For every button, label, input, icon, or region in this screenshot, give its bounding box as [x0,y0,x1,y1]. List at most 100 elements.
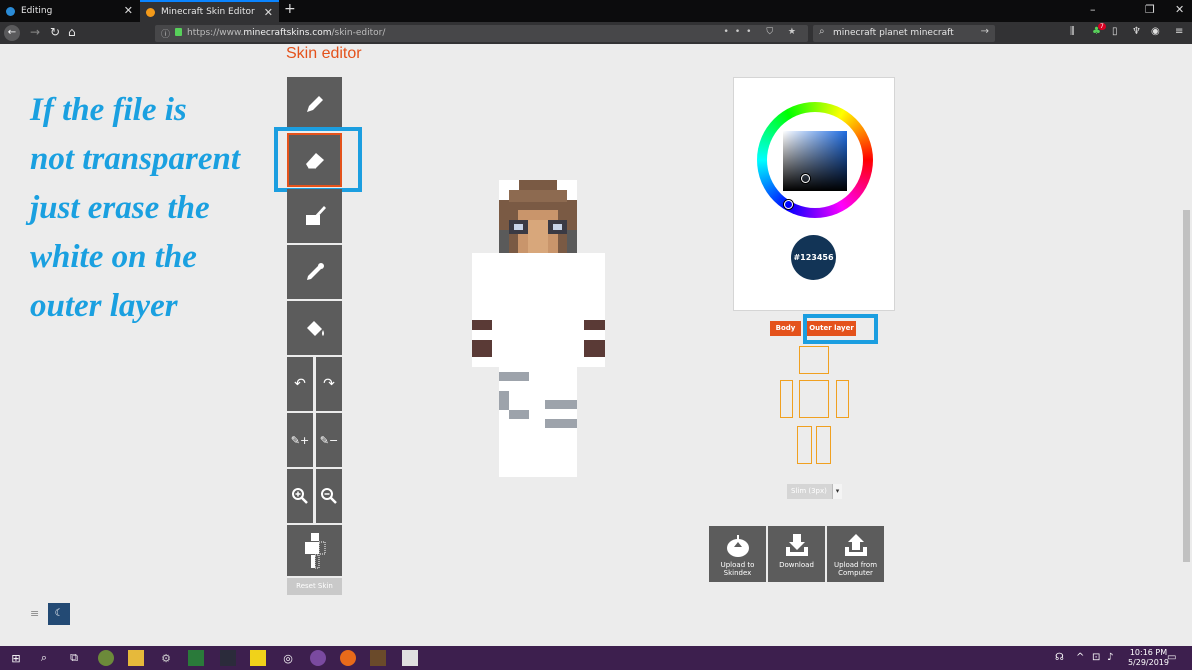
skin-pixel [584,320,605,330]
fill-tool-button[interactable] [287,301,342,355]
account-icon[interactable]: ◉ [1151,26,1160,37]
pencil-icon [306,96,323,112]
redo-icon: ↷ [323,376,335,392]
info-icon[interactable]: ⓘ [161,27,170,40]
moon-icon[interactable]: ☾ [48,603,70,625]
app-frog-icon[interactable] [98,650,114,666]
pencil-plus-icon: ✎+ [290,433,310,447]
skin-pixel [528,220,548,253]
page-content: Skin editor If the file is not transpare… [0,44,1192,646]
undo-button[interactable]: ↶ [287,357,313,411]
hue-cursor[interactable] [784,200,793,209]
outer-layer-highlight-box [803,314,878,344]
screen: Editing ✕ Minecraft Skin Editor ✕ + – ❐ … [0,0,1192,670]
reset-skin-button[interactable]: Reset Skin [287,578,342,595]
lighten-button[interactable]: ✎+ [287,413,313,467]
body-layer-icon [304,532,325,568]
app-equalizer-icon[interactable] [220,650,236,666]
taskbar-clock[interactable]: 10:16 PM 5/29/2019 [1128,648,1169,668]
part-left-leg[interactable] [797,426,812,464]
windows-taskbar: ⊞ ⌕ ⧉ ⚙ ◎ ☊ ^ ⊡ ♪ 10:16 PM 5/29/2019 ▭ [0,646,1192,670]
part-right-leg[interactable] [816,426,831,464]
url-text: https://www.minecraftskins.com/skin-edit… [187,28,386,38]
app-purple-icon[interactable] [310,650,326,666]
skin-pixel [567,230,577,253]
upload-skindex-label: Upload to Skindex [720,561,755,577]
annotation-line: just erase the [30,190,210,226]
model-select[interactable]: Slim (3px) ▾ [787,484,842,499]
app-settings-icon[interactable]: ⚙ [158,650,174,666]
annotation-line: white on the [30,239,197,275]
skin-pixel [499,391,509,410]
part-torso[interactable] [799,380,829,418]
pencil-tool-button[interactable] [287,77,342,131]
darken-button[interactable]: ✎− [316,413,342,467]
close-tab-icon[interactable]: ✕ [264,6,273,19]
browser-tab-strip: Editing ✕ Minecraft Skin Editor ✕ + – ❐ … [0,0,1192,22]
lock-icon [175,28,182,36]
minimize-button[interactable]: – [1090,3,1096,16]
minecraft-icon[interactable] [370,650,386,666]
volume-icon[interactable]: ♪ [1107,652,1113,663]
saturation-value-square[interactable] [783,131,847,191]
network-icon[interactable]: ⊡ [1092,652,1100,663]
skin-pixel [584,340,605,357]
sidebar-icon[interactable]: ▯ [1112,26,1118,37]
pumpkin-icon [146,7,155,17]
windows-start-icon[interactable]: ⊞ [8,650,24,666]
extension2-icon[interactable]: ♆ [1132,26,1141,37]
firefox-icon[interactable] [340,650,356,666]
window-close-button[interactable]: ✕ [1175,3,1184,16]
page-actions[interactable]: ••• ⛉ ★ [724,27,802,37]
part-head[interactable] [799,346,829,374]
notifications-icon[interactable]: ▭ [1167,652,1176,663]
part-left-arm[interactable] [780,380,793,418]
app-green-icon[interactable] [188,650,204,666]
photos-icon[interactable] [402,650,418,666]
maximize-button[interactable]: ❐ [1145,3,1155,16]
tab-title: Editing [21,6,53,16]
upload-computer-button[interactable]: Upload from Computer [827,526,884,582]
eyedropper-tool-button[interactable] [287,245,342,299]
hamburger-icon[interactable]: ≡ [30,607,39,620]
body-layer-button[interactable]: Body [770,321,801,336]
tray-chevron-icon[interactable]: ^ [1076,652,1084,663]
home-icon[interactable]: ⌂ [68,25,76,39]
part-right-arm[interactable] [836,380,849,418]
search-icon[interactable]: ⌕ [36,650,52,666]
file-explorer-icon[interactable] [128,650,144,666]
new-tab-button[interactable]: + [284,1,296,17]
search-bar[interactable]: ⌕ minecraft planet minecraft → [813,25,995,42]
app-circle-icon[interactable]: ◎ [280,650,296,666]
scrollbar-thumb[interactable] [1183,210,1190,562]
tab-editing[interactable]: Editing ✕ [0,0,139,22]
library-icon[interactable]: ⫼ [1070,26,1075,37]
zoom-out-button[interactable] [316,469,342,523]
search-input[interactable]: minecraft planet minecraft [833,28,954,38]
download-button[interactable]: Download [768,526,825,582]
brush-tool-button[interactable] [287,189,342,243]
zoom-in-button[interactable] [287,469,313,523]
reload-icon[interactable]: ↻ [50,25,60,39]
search-go-icon[interactable]: → [981,26,989,37]
close-tab-icon[interactable]: ✕ [124,4,133,17]
skin-pixel [553,224,562,230]
skin-pixel [545,400,577,409]
eyedropper-icon [306,263,324,280]
sticky-notes-icon[interactable] [250,650,266,666]
toggle-layer-button[interactable] [287,525,342,576]
color-swatch[interactable]: #123456 [791,235,836,280]
eraser-highlight-box [274,127,362,192]
back-icon[interactable]: ← [4,25,20,41]
menu-icon[interactable]: ≡ [1175,26,1183,37]
address-bar[interactable]: ⓘ https://www.minecraftskins.com/skin-ed… [155,25,808,42]
tab-skin-editor[interactable]: Minecraft Skin Editor ✕ [140,0,279,22]
skin-pixel [514,224,523,230]
task-view-icon[interactable]: ⧉ [66,650,82,666]
notification-badge: 7 [1098,23,1106,30]
people-icon[interactable]: ☊ [1055,652,1064,663]
forward-icon[interactable]: → [30,25,40,39]
upload-skindex-button[interactable]: Upload to Skindex [709,526,766,582]
sv-cursor[interactable] [801,174,810,183]
redo-button[interactable]: ↷ [316,357,342,411]
